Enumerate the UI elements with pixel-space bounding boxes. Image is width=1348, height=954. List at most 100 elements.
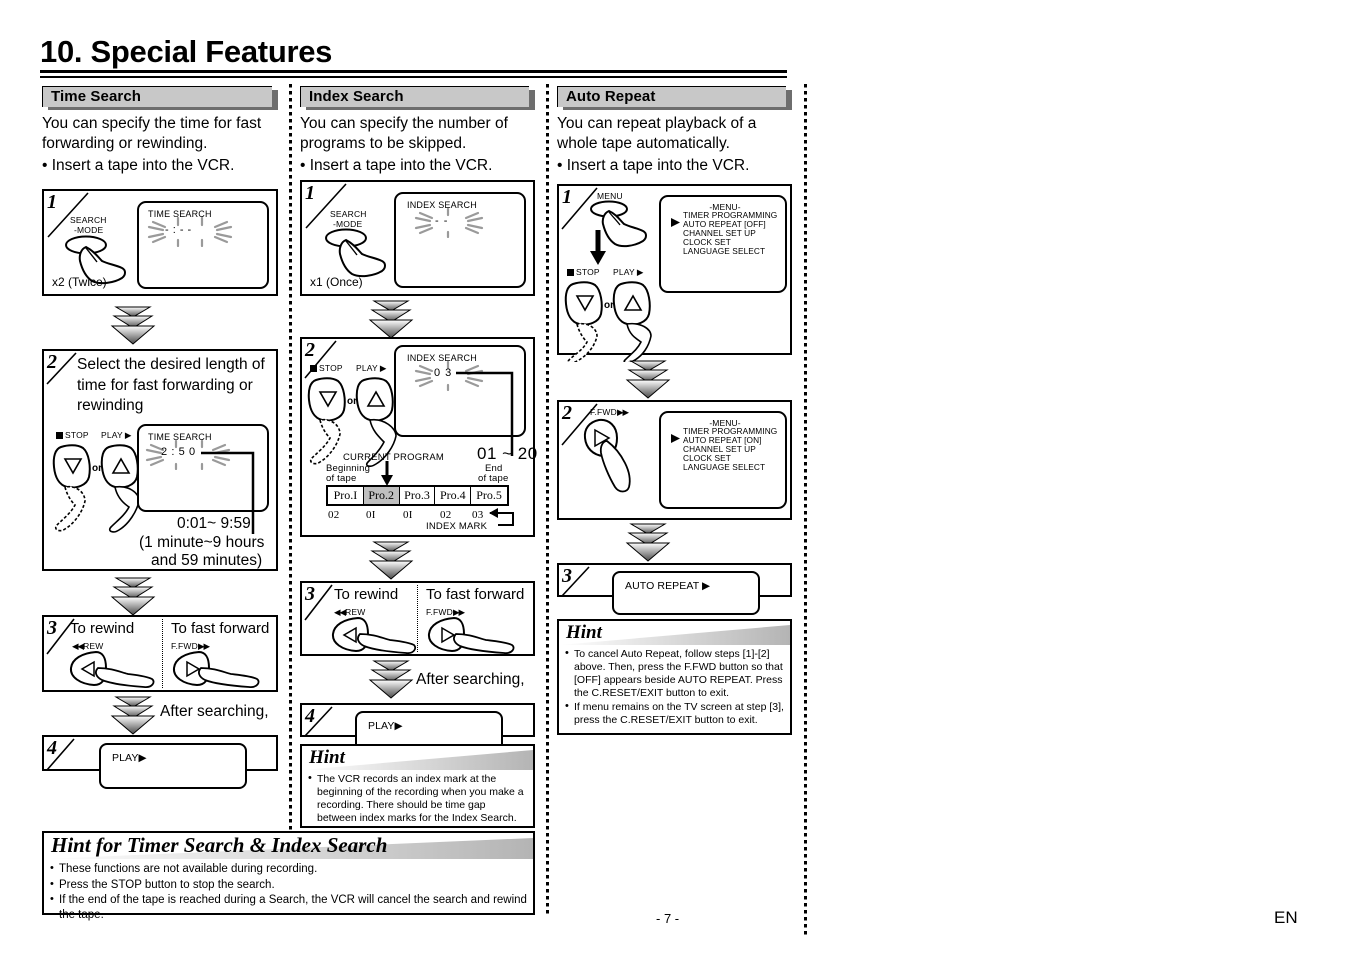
- index-mark-count: 0I: [366, 509, 376, 521]
- manual-page: 10. Special Features Time Search Index S…: [0, 0, 1348, 954]
- rew-button-hand-icon: [330, 616, 418, 654]
- to-rewind-title: To rewind: [334, 586, 399, 603]
- svg-text:or: or: [604, 300, 614, 311]
- ffwd-button-hand-icon: [426, 616, 521, 654]
- osd-value: - -: [435, 215, 449, 227]
- osd-time-search-step2: TIME SEARCH 2 : 5 0: [137, 424, 269, 534]
- hint-item: If menu remains on the TV screen at step…: [565, 700, 784, 727]
- intro-auto-repeat: You can repeat playback of a whole tape …: [557, 115, 757, 152]
- stop-play-buttons-icon: or: [561, 276, 661, 362]
- divider-col1-col2: [289, 84, 292, 914]
- stop-play-buttons-icon: or: [49, 439, 149, 534]
- ffwd-label-text: F.FWD: [590, 407, 617, 417]
- hint-items: These functions are not available during…: [44, 859, 533, 927]
- index-search-step-1: 1 SEARCH -MODE x1 (Once) INDEX SEARCH - …: [300, 180, 535, 296]
- hint-title: Hint: [309, 747, 345, 768]
- hint-item: To cancel Auto Repeat, follow steps [1]-…: [565, 647, 784, 700]
- page-number: - 7 -: [656, 911, 680, 926]
- intro-time-search: You can specify the time for fast forwar…: [42, 115, 262, 152]
- ffwd-button-hand-icon: [581, 417, 655, 497]
- current-program-arrow-icon: [381, 461, 393, 486]
- hint-header: Hint for Timer Search & Index Search: [44, 833, 533, 859]
- press-count-label: x1 (Once): [310, 275, 363, 289]
- index-search-step-2: 2 STOP PLAY ▶ or INDEX SEARCH 0 3 01 ~ 2…: [300, 337, 538, 537]
- flow-arrow-index-2-3: [368, 541, 414, 581]
- menu-down-arrow-icon: [590, 230, 606, 265]
- search-mode-button-sublabel: -MODE: [74, 225, 104, 235]
- osd-index-search-step1: INDEX SEARCH - -: [394, 192, 526, 288]
- after-searching-label-index: After searching,: [416, 671, 525, 688]
- program-cell: Pro.5: [476, 488, 502, 502]
- hint-index-search: Hint The VCR records an index mark at th…: [300, 744, 535, 828]
- to-fast-forward-title: To fast forward: [426, 586, 525, 603]
- hint-title: Hint: [566, 622, 602, 643]
- time-search-step-4: 4 PLAY▶: [42, 735, 278, 789]
- index-mark-count: 03: [472, 509, 484, 521]
- time-range-note-1: (1 minute~9 hours: [139, 534, 265, 551]
- auto-repeat-step-2: 2 F.FWD▶▶ -MENU- TIMER PROGRAMMING AUTO …: [557, 400, 792, 520]
- section-header-time-search: Time Search: [42, 86, 278, 110]
- bullet-auto-repeat: • Insert a tape into the VCR.: [557, 157, 750, 174]
- search-mode-button-label: SEARCH: [330, 209, 367, 219]
- hint-items: To cancel Auto Repeat, follow steps [1]-…: [559, 645, 790, 732]
- intro-index-search: You can specify the number of programs t…: [300, 115, 508, 152]
- rew-button-hand-icon: [68, 650, 158, 690]
- step-slash: [44, 737, 80, 773]
- menu-cursor-icon: [671, 218, 680, 227]
- bullet-index-search: • Insert a tape into the VCR.: [300, 157, 493, 174]
- time-range-note-2: and 59 minutes): [151, 552, 263, 569]
- flow-arrow-index-3-4: [368, 660, 414, 700]
- hint-auto-repeat: Hint To cancel Auto Repeat, follow steps…: [557, 619, 792, 735]
- hint-header: Hint: [302, 746, 533, 770]
- osd-auto-repeat-step3: AUTO REPEAT ▶: [612, 571, 760, 615]
- title-rule-thick: [40, 70, 787, 73]
- blink-rays-icon: [414, 208, 484, 238]
- hint-title: Hint for Timer Search & Index Search: [51, 833, 388, 857]
- divider-right-margin: [804, 84, 807, 936]
- index-search-step-3: 3 To rewind To fast forward ◀◀REW F.FWD▶…: [300, 581, 535, 656]
- index-search-step-4: 4 PLAY▶: [300, 703, 535, 755]
- step3-divider: [162, 619, 163, 688]
- step-slash: [302, 705, 338, 739]
- end-of-tape-label-2: of tape: [478, 473, 509, 484]
- flow-arrow-time-1-2: [110, 306, 156, 346]
- step2-instruction: Select the desired length of time for fa…: [77, 356, 265, 414]
- auto-repeat-step-3: 3 AUTO REPEAT ▶: [557, 563, 792, 615]
- osd-value: - : - -: [165, 224, 192, 236]
- hint-items: The VCR records an index mark at the beg…: [302, 770, 533, 830]
- flow-arrow-index-1-2: [368, 300, 414, 340]
- osd-value: 0 3: [434, 367, 453, 379]
- program-cell: Pro.I: [328, 487, 364, 504]
- osd-menu-step2: -MENU- TIMER PROGRAMMING AUTO REPEAT [ON…: [659, 411, 787, 509]
- time-search-step-3: 3 To rewind To fast forward ◀◀REW F.FWD▶…: [42, 615, 278, 692]
- osd-index-search-step2: INDEX SEARCH 0 3: [394, 345, 526, 456]
- hint-timer-and-index-search: Hint for Timer Search & Index Search The…: [42, 831, 535, 921]
- hint-item: If the end of the tape is reached during…: [50, 892, 527, 922]
- osd-menu-step1: -MENU- TIMER PROGRAMMING AUTO REPEAT [OF…: [659, 195, 787, 293]
- index-mark-count: 0I: [403, 509, 413, 521]
- search-mode-button-label: SEARCH: [70, 215, 107, 225]
- time-range-label: 0:01~ 9:59: [177, 515, 251, 532]
- time-search-step-2: 2 Select the desired length of time for …: [42, 349, 278, 571]
- step-slash: [559, 565, 595, 599]
- osd-value: PLAY▶: [112, 752, 147, 764]
- index-mark-label: INDEX MARK: [426, 521, 488, 532]
- after-searching-label-time: After searching,: [160, 703, 269, 720]
- osd-value: AUTO REPEAT ▶: [625, 580, 711, 592]
- title-rule-thin: [40, 76, 787, 78]
- section-header-index-search: Index Search: [300, 86, 535, 110]
- menu-item: LANGUAGE SELECT: [683, 462, 766, 472]
- flow-arrow-auto-1-2: [625, 360, 671, 400]
- svg-text:or: or: [92, 463, 102, 474]
- hint-item: The VCR records an index mark at the beg…: [308, 772, 527, 825]
- flow-arrow-time-3-4: [110, 696, 156, 736]
- section-header-label: Time Search: [51, 88, 142, 105]
- flow-arrow-auto-2-3: [625, 523, 671, 563]
- auto-repeat-step-1: 1 MENU STOP PLAY ▶ or -MENU- TIMER PROGR…: [557, 184, 792, 362]
- hint-item: These functions are not available during…: [50, 861, 527, 877]
- divider-col2-col3: [546, 84, 549, 914]
- osd-time-search-step1: TIME SEARCH - : - -: [137, 201, 269, 289]
- hint-item: Press the STOP button to stop the search…: [50, 877, 527, 893]
- press-count-label: x2 (Twice): [52, 275, 107, 289]
- index-range-label: 01 ~ 20: [477, 444, 538, 463]
